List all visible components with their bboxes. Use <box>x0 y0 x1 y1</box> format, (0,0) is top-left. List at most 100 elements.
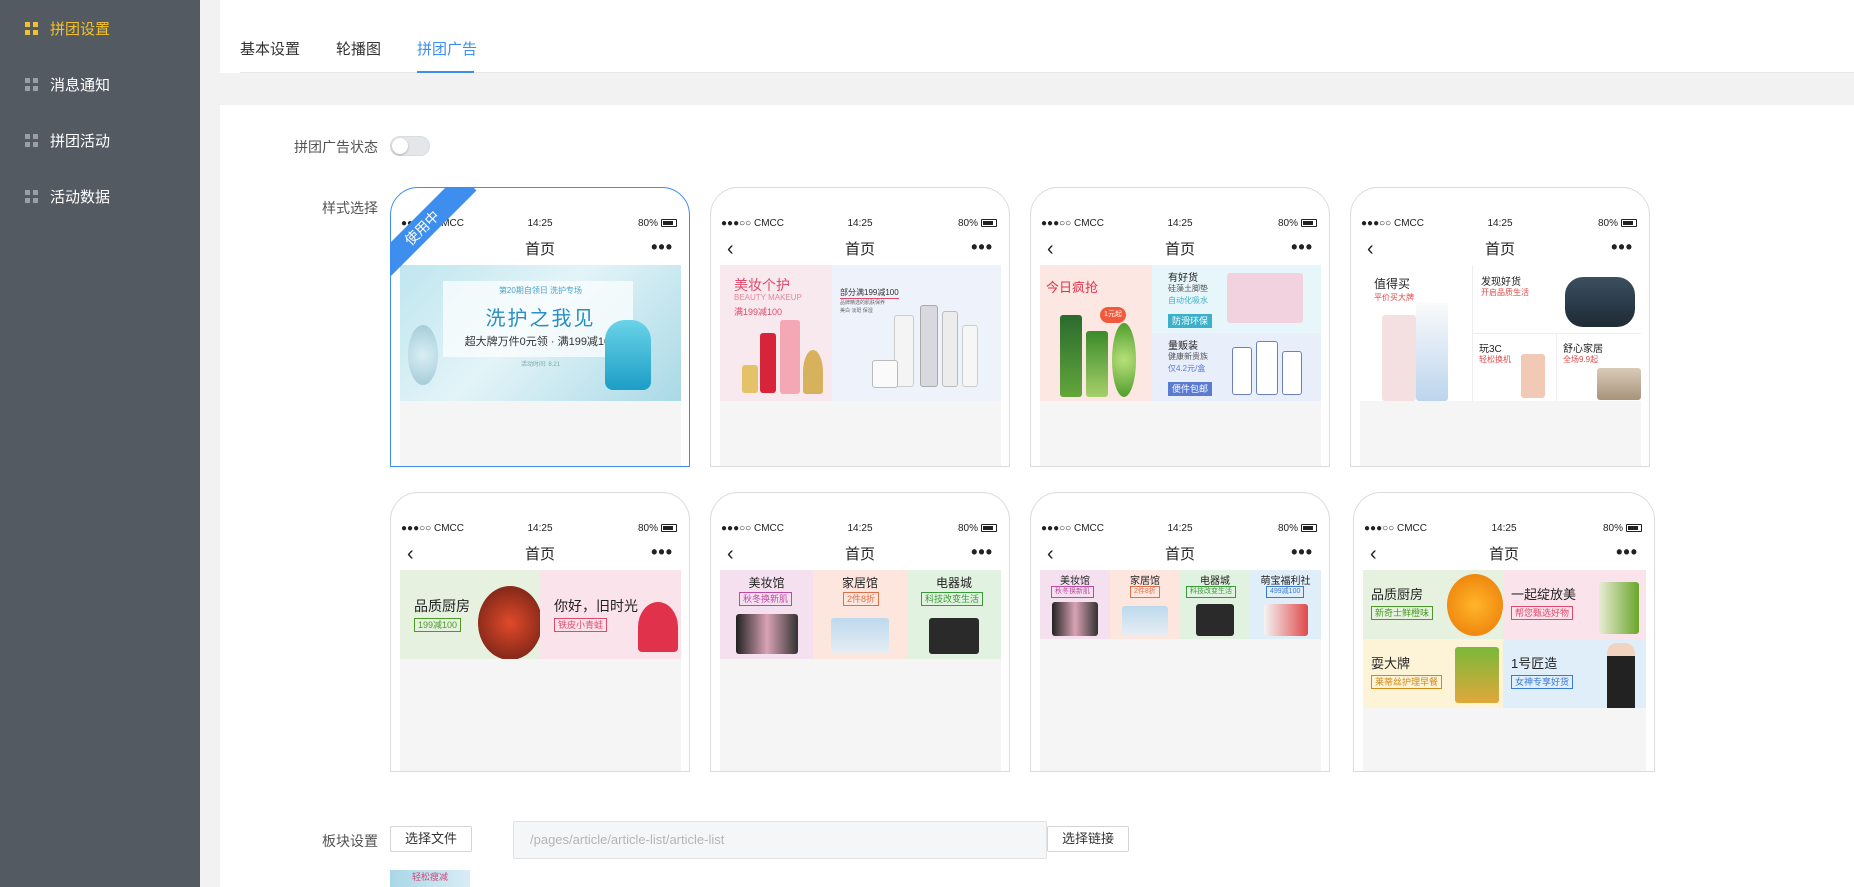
tile-kitchen: 品质厨房 199减100 <box>400 570 540 659</box>
grid-icon <box>25 133 38 147</box>
tile-beauty-hall: 美妆馆 秋冬换新肌 <box>720 570 813 659</box>
banner-title: 部分满199减100 <box>840 288 899 299</box>
tile-tag: 防滑环保 <box>1168 314 1213 328</box>
phone-title: 首页 <box>1488 546 1519 563</box>
tile-title: 美妆馆 <box>748 576 785 590</box>
tile-worth-buying: 值得买 平价买大牌 <box>1360 265 1472 401</box>
tile-tag: 2件8折 <box>1130 586 1160 598</box>
sidebar: 拼团设置 消息通知 拼团活动 活动数据 <box>0 0 200 887</box>
tile-tag: 女神专享好货 <box>1511 675 1574 689</box>
style-option-4[interactable]: ●●●○○ CMCC 14:25 80% ‹ 首页 ••• 值得买 平价买大牌 … <box>1350 187 1650 467</box>
style-option-3[interactable]: ●●●○○ CMCC 14:25 80% ‹ 首页 ••• 今日疯抢 1元起 有… <box>1030 187 1330 467</box>
status-bar: ●●●○○ CMCC 14:25 80% <box>711 523 1009 537</box>
style-label: 样式选择 <box>322 200 378 216</box>
tile-title: 品质厨房 <box>414 598 470 614</box>
banner-sub: 品牌精选的肌肤保养 <box>840 300 886 306</box>
battery-icon <box>981 524 997 533</box>
phone-navbar: ‹ 首页 ••• <box>1031 238 1329 262</box>
tile-tag: 便件包邮 <box>1168 382 1213 396</box>
link-input[interactable]: /pages/article/article-list/article-list <box>513 821 1047 859</box>
banner-good-stuff: 有好货 硅藻土脚垫 自动化吸水 防滑环保 <box>1152 265 1321 333</box>
tile-sub: 自动化吸水 <box>1168 296 1208 305</box>
tile-title: 家居馆 <box>1130 576 1160 587</box>
tile-title: 1号匠造 <box>1511 656 1558 671</box>
tile-tag: 499减100 <box>1266 586 1305 598</box>
tile-title: 值得买 <box>1374 277 1411 291</box>
tile-tag: 秋冬换新肌 <box>739 592 793 606</box>
more-icon: ••• <box>971 237 993 257</box>
grid-icon <box>25 21 38 35</box>
style-option-6[interactable]: ●●●○○ CMCC 14:25 80% ‹ 首页 ••• 美妆馆 秋冬换新肌 … <box>710 492 1010 772</box>
tile-tag: 秋冬换新肌 <box>1051 586 1094 598</box>
style-option-1[interactable]: ●●●○○ CMCC 14:25 80% ‹ 首页 ••• 第20期自领日 洗护… <box>390 187 690 467</box>
sidebar-item-notifications[interactable]: 消息通知 <box>25 72 110 96</box>
phone-content: 值得买 平价买大牌 发现好货 开启品质生活 玩3C 轻松换机 舒心家居 全场9.… <box>1360 265 1641 466</box>
battery-icon <box>1301 219 1317 228</box>
sidebar-item-activity-data[interactable]: 活动数据 <box>25 184 110 208</box>
choose-link-button[interactable]: 选择链接 <box>1047 826 1130 852</box>
more-icon: ••• <box>1616 542 1638 562</box>
battery-indicator: 80% <box>958 523 997 534</box>
tile-tag: 铁皮小青蛙 <box>554 618 608 632</box>
more-icon: ••• <box>971 542 993 562</box>
ad-status-toggle[interactable] <box>390 136 430 156</box>
style-option-2[interactable]: ●●●○○ CMCC 14:25 80% ‹ 首页 ••• 美妆个护 BEAUT… <box>710 187 1010 467</box>
battery-indicator: 80% <box>1278 218 1317 229</box>
tile-beauty-hall: 美妆馆 秋冬换新肌 <box>1040 570 1110 639</box>
phone-content: 品质厨房 199减100 你好，旧时光 铁皮小青蛙 <box>400 570 681 771</box>
tile-big-brand: 耍大牌 莱蒂丝护理早餐 <box>1363 639 1503 708</box>
tile-sub: 开启品质生活 <box>1481 288 1529 297</box>
tile-title: 品质厨房 <box>1371 587 1424 602</box>
choose-file-button[interactable]: 选择文件 <box>390 826 473 852</box>
style-option-5[interactable]: ●●●○○ CMCC 14:25 80% ‹ 首页 ••• 品质厨房 199减1… <box>390 492 690 772</box>
status-bar: ●●●○○ CMCC 14:25 80% <box>1031 523 1329 537</box>
sidebar-item-group-activities[interactable]: 拼团活动 <box>25 128 110 152</box>
tile-tag: 199减100 <box>414 618 462 632</box>
tile-electronics: 电器城 科技改变生活 <box>1180 570 1250 639</box>
phone-title: 首页 <box>1164 546 1195 563</box>
phone-navbar: ‹ 首页 ••• <box>711 238 1009 262</box>
battery-icon <box>661 524 677 533</box>
tile-title: 玩3C <box>1479 344 1502 355</box>
battery-icon <box>1301 524 1317 533</box>
tile-sub: 仅4.2元/盒 <box>1168 364 1206 373</box>
tabs-panel <box>220 0 1854 73</box>
phone-navbar: ‹ 首页 ••• <box>391 543 689 567</box>
tile-home: 舒心家居 全场9.9起 <box>1556 333 1641 401</box>
battery-icon <box>1626 524 1642 533</box>
sidebar-item-group-settings[interactable]: 拼团设置 <box>25 16 110 40</box>
status-bar: ●●●○○ CMCC 14:25 80% <box>1031 218 1329 232</box>
phone-navbar: ‹ 首页 ••• <box>1351 238 1649 262</box>
banner-bulk: 量贩装 健康新贵族 仅4.2元/盒 便件包邮 <box>1152 333 1321 401</box>
battery-icon <box>1621 219 1637 228</box>
tile-baby-welfare: 萌宝福利社 499减100 <box>1250 570 1321 639</box>
battery-indicator: 80% <box>638 523 677 534</box>
tile-title: 耍大牌 <box>1371 656 1411 671</box>
tab-basic-settings[interactable]: 基本设置 <box>240 38 300 59</box>
tab-group-ads[interactable]: 拼团广告 <box>417 38 477 59</box>
active-tab-indicator <box>417 71 474 73</box>
phone-navbar: ‹ 首页 ••• <box>711 543 1009 567</box>
tile-title: 一起绽放美 <box>1511 587 1577 602</box>
style-option-7[interactable]: ●●●○○ CMCC 14:25 80% ‹ 首页 ••• 美妆馆 秋冬换新肌 … <box>1030 492 1330 772</box>
more-icon: ••• <box>1291 237 1313 257</box>
status-label: 拼团广告状态 <box>294 139 378 155</box>
battery-indicator: 80% <box>958 218 997 229</box>
battery-icon <box>981 219 997 228</box>
tabs-divider <box>240 72 1854 73</box>
phone-title: 首页 <box>524 546 555 563</box>
tab-carousel[interactable]: 轮播图 <box>336 38 381 59</box>
toggle-knob <box>392 138 408 154</box>
sidebar-item-label: 拼团设置 <box>50 20 111 38</box>
tile-sub: 硅藻土脚垫 <box>1168 284 1208 293</box>
phone-navbar: ‹ 首页 ••• <box>1031 543 1329 567</box>
tile-sub: 全场9.9起 <box>1563 355 1599 364</box>
style-option-8[interactable]: ●●●○○ CMCC 14:25 80% ‹ 首页 ••• 品质厨房 新奇士鲜橙… <box>1353 492 1655 772</box>
tile-sub: 轻松换机 <box>1479 355 1511 364</box>
banner-tags: 美白 淡斑 保湿 <box>840 308 873 314</box>
phone-content: 第20期自领日 洗护专场 洗护之我见 超大牌万件0元领 · 满199减100 活… <box>400 265 681 466</box>
phone-title: 首页 <box>844 241 875 258</box>
phone-title: 首页 <box>524 241 555 258</box>
tile-title: 有好货 <box>1168 273 1198 284</box>
battery-indicator: 80% <box>1598 218 1637 229</box>
